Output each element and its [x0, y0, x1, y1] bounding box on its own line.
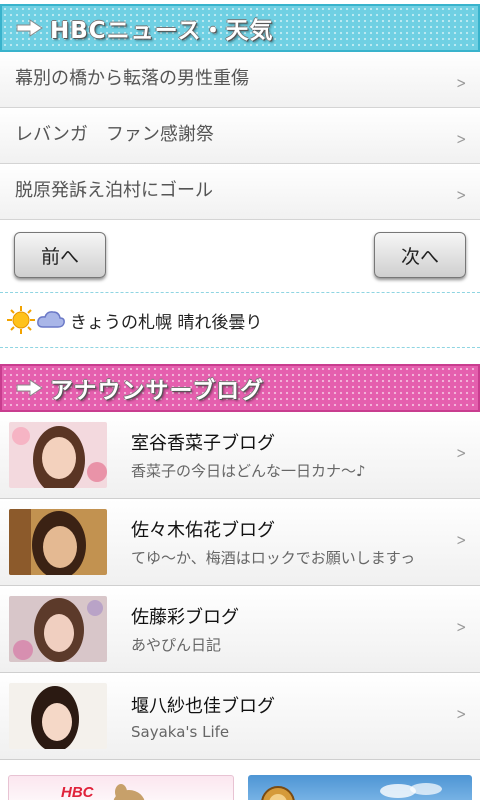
- blog-list-item[interactable]: 佐藤彩ブログ あやぴん日記 >: [0, 586, 480, 673]
- chevron-right-icon: >: [456, 130, 467, 148]
- chevron-right-icon: >: [456, 74, 467, 92]
- chevron-right-icon: >: [456, 618, 467, 636]
- blog-subtitle: Sayaka's Life: [131, 722, 230, 741]
- blog-subtitle: てゆ～か、梅酒はロックでお願いしますっ: [131, 549, 416, 567]
- prev-button[interactable]: 前へ: [14, 232, 106, 278]
- sun-icon: [7, 306, 35, 334]
- blog-subtitle: 香菜子の今日はどんな一日カナ～♪: [131, 462, 366, 480]
- blog-section-title: アナウンサーブログ: [50, 378, 265, 404]
- banner-area: HBC: [0, 775, 480, 800]
- blog-list-item[interactable]: 堰八紗也佳ブログ Sayaka's Life >: [0, 673, 480, 760]
- hbc-logo: HBC: [61, 784, 94, 800]
- weather-bar[interactable]: きょうの札幌 晴れ後曇り: [0, 292, 480, 348]
- news-pager: 前へ 次へ: [0, 220, 480, 292]
- news-item-title: 脱原発訴え泊村にゴール: [15, 180, 213, 201]
- blog-list-item[interactable]: 室谷香菜子ブログ 香菜子の今日はどんな一日カナ～♪ >: [0, 412, 480, 499]
- blog-title: 室谷香菜子ブログ: [131, 433, 275, 454]
- announcer-photo: [9, 683, 107, 749]
- weather-icons: [6, 305, 66, 335]
- blog-subtitle: あやぴん日記: [131, 636, 222, 654]
- announcer-photo: [9, 509, 107, 575]
- news-section-title: HBCニュース・天気: [50, 18, 274, 44]
- announcer-photo: [9, 596, 107, 662]
- cloud-decoration-icon: [380, 783, 442, 798]
- weather-text: きょうの札幌 晴れ後曇り: [70, 312, 263, 333]
- chevron-right-icon: >: [456, 705, 467, 723]
- chevron-right-icon: >: [456, 186, 467, 204]
- news-item[interactable]: 幕別の橋から転落の男性重傷 >: [0, 52, 480, 108]
- blog-section-header: アナウンサーブログ: [0, 364, 480, 412]
- news-item-title: 幕別の橋から転落の男性重傷: [15, 68, 249, 89]
- promo-banner[interactable]: [248, 775, 472, 800]
- mascot-icon: [113, 784, 145, 800]
- next-button[interactable]: 次へ: [374, 232, 466, 278]
- arrow-right-icon: [16, 379, 43, 397]
- arrow-right-icon: [16, 19, 43, 37]
- news-item[interactable]: レバンガ ファン感謝祭 >: [0, 108, 480, 164]
- hbc-banner[interactable]: HBC: [8, 775, 234, 800]
- chevron-right-icon: >: [456, 444, 467, 462]
- blog-title: 佐藤彩ブログ: [131, 607, 239, 628]
- news-item[interactable]: 脱原発訴え泊村にゴール >: [0, 164, 480, 220]
- logo-icon: [261, 786, 295, 800]
- news-section-header: HBCニュース・天気: [0, 4, 480, 52]
- chevron-right-icon: >: [456, 531, 467, 549]
- cloud-icon: [37, 311, 65, 328]
- blog-list-item[interactable]: 佐々木佑花ブログ てゆ～か、梅酒はロックでお願いしますっ >: [0, 499, 480, 586]
- news-item-title: レバンガ ファン感謝祭: [15, 124, 214, 145]
- blog-title: 堰八紗也佳ブログ: [131, 695, 275, 717]
- announcer-photo: [9, 422, 107, 488]
- blog-title: 佐々木佑花ブログ: [131, 520, 275, 541]
